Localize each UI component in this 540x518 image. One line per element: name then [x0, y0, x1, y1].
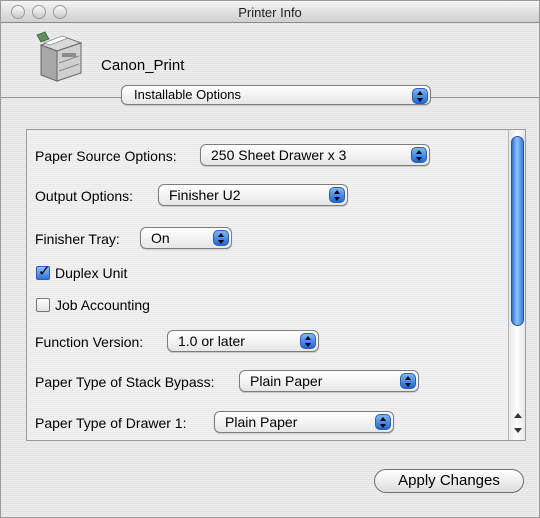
- section-selector-value: Installable Options: [134, 87, 241, 102]
- options-scrollbar[interactable]: [508, 130, 525, 440]
- stack-bypass-popup[interactable]: Plain Paper: [239, 370, 419, 392]
- paper-source-popup[interactable]: 250 Sheet Drawer x 3: [200, 144, 430, 166]
- printer-icon: [35, 31, 85, 85]
- duplex-unit-label[interactable]: Duplex Unit: [55, 265, 127, 281]
- drawer1-value: Plain Paper: [225, 414, 298, 430]
- job-accounting-checkbox[interactable]: [36, 298, 50, 312]
- output-options-popup[interactable]: Finisher U2: [158, 184, 348, 206]
- function-version-popup[interactable]: 1.0 or later: [167, 330, 319, 352]
- finisher-tray-value: On: [151, 230, 170, 246]
- drawer1-popup[interactable]: Plain Paper: [214, 411, 394, 433]
- window-title: Printer Info: [238, 5, 302, 20]
- options-panel: [26, 129, 526, 441]
- printer-info-window: Printer Info Canon_Print Installable Opt…: [0, 0, 540, 518]
- popup-arrows-icon: [329, 187, 345, 203]
- checkmark-icon: ✓: [38, 263, 51, 280]
- duplex-unit-checkbox[interactable]: ✓: [36, 263, 51, 280]
- finisher-tray-popup[interactable]: On: [140, 227, 232, 249]
- stack-bypass-value: Plain Paper: [250, 373, 323, 389]
- popup-arrows-icon: [213, 230, 229, 246]
- section-selector[interactable]: Installable Options: [121, 85, 431, 105]
- function-version-label: Function Version:: [35, 334, 144, 350]
- scroll-up-icon[interactable]: [511, 409, 524, 422]
- job-accounting-label[interactable]: Job Accounting: [55, 297, 150, 313]
- popup-arrows-icon: [300, 333, 316, 349]
- paper-source-value: 250 Sheet Drawer x 3: [211, 147, 347, 163]
- finisher-tray-label: Finisher Tray:: [35, 231, 120, 247]
- printer-name: Canon_Print: [101, 57, 185, 74]
- output-options-label: Output Options:: [35, 188, 134, 204]
- popup-arrows-icon: [411, 147, 427, 163]
- scrollbar-thumb[interactable]: [511, 136, 524, 326]
- popup-arrows-icon: [375, 414, 391, 430]
- function-version-value: 1.0 or later: [178, 333, 245, 349]
- scroll-down-icon[interactable]: [511, 424, 524, 437]
- stack-bypass-label: Paper Type of Stack Bypass:: [35, 374, 215, 390]
- paper-source-label: Paper Source Options:: [35, 148, 177, 164]
- output-options-value: Finisher U2: [169, 187, 241, 203]
- title-bar[interactable]: Printer Info: [1, 1, 539, 23]
- popup-arrows-icon: [412, 88, 428, 104]
- drawer1-label: Paper Type of Drawer 1:: [35, 415, 187, 431]
- apply-changes-button[interactable]: Apply Changes: [374, 469, 524, 493]
- popup-arrows-icon: [400, 373, 416, 389]
